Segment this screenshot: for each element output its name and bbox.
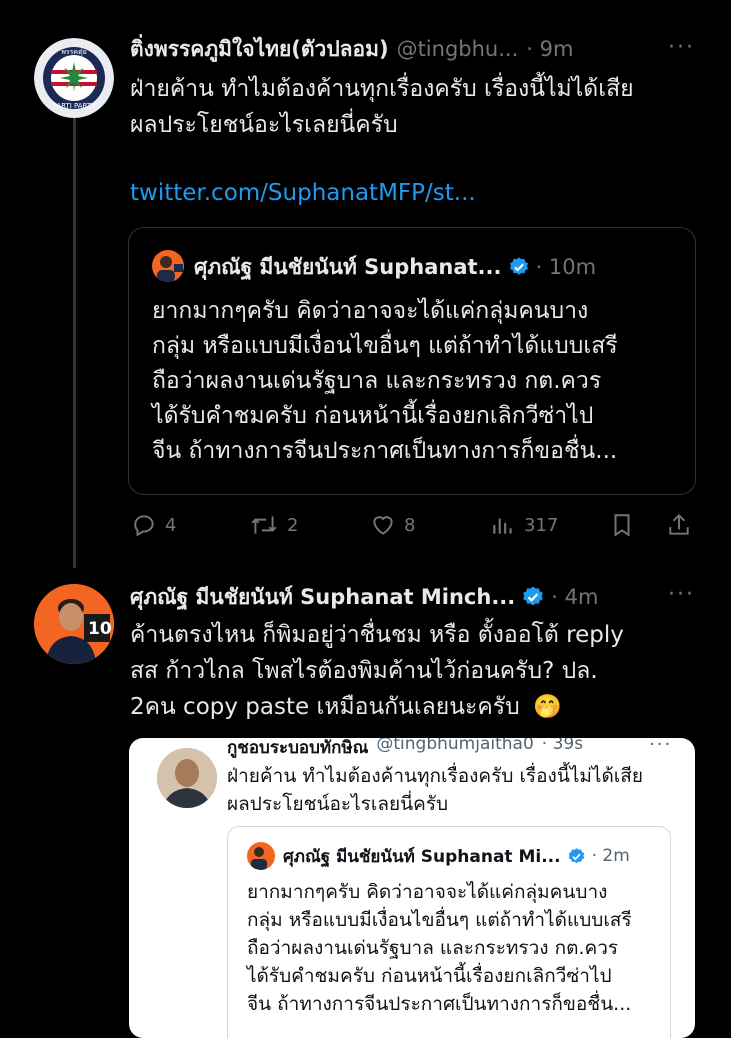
screenshot-quote-line: ถือว่าผลงานเด่นรัฐบาล และกระทรวง กต.ควร [247,937,619,959]
tweet1-handle[interactable]: @tingbhu... [397,37,519,61]
verified-badge-icon [509,257,528,275]
thread-connector-line [73,118,76,568]
attached-screenshot-image[interactable]: กูชอบระบอบทักษิณ @tingbhumjaitha0 · 39s … [129,738,695,1038]
tweet1-display-name[interactable]: ติ่งพรรคภูมิใจไทย(ตัวปลอม) [130,33,389,66]
views-count: 317 [524,514,559,536]
screenshot-quote-line: จีน ถ้าทางการจีนประกาศเป็นทางการก็ขอชื่น… [247,993,632,1015]
tweet1-text-line1: ฝ่ายค้าน ทำไมต้องค้านทุกเรื่องครับ เรื่อ… [130,76,634,102]
verified-badge-icon [523,586,544,606]
screenshot-quote-line: ยากมากๆครับ คิดว่าอาจจะได้แค่กลุ่มคนบาง [247,881,608,903]
person-avatar-icon [157,748,217,808]
retweet-button[interactable]: 2 [249,512,298,538]
screenshot-quote-time: · 2m [591,846,630,866]
screenshot-handle: @tingbhumjaitha0 [376,738,534,754]
quote1-time[interactable]: · 10m [536,255,597,279]
screenshot-quote-header: ศุภณัฐ มีนชัยนันท์ Suphanat Mi... · 2m [283,842,630,870]
quote1-line: กลุ่ม หรือแบบมีเงื่อนไขอื่นๆ แต่ถ้าทำได้… [152,333,618,359]
reply-button[interactable]: 4 [131,512,176,538]
quote1-line: ได้รับคำชมครับ ก่อนหน้านี้เรื่องยกเลิกวี… [152,403,594,429]
person-avatar-icon [247,842,275,870]
tweet2-header: ศุภณัฐ มีนชัยนันท์ Suphanat Minch... · 4… [130,580,598,614]
quote1-header: ศุภณัฐ มีนชัยนันท์ Suphanat... · 10m [194,252,596,282]
reply-icon [134,515,154,537]
tweet2-time[interactable]: · 4m [551,585,598,609]
tweet1-avatar[interactable]: พรรคตุ๋ย PARTI PARTY [34,38,114,118]
screenshot-quote-body: ยากมากๆครับ คิดว่าอาจจะได้แค่กลุ่มคนบาง … [247,878,632,1018]
screenshot-text-line1: ฝ่ายค้าน ทำไมต้องค้านทุกเรื่องครับ เรื่อ… [227,765,644,787]
retweet-icon [251,516,277,534]
quote1-display-name[interactable]: ศุภณัฐ มีนชัยนันท์ Suphanat... [194,251,502,284]
analytics-icon [493,518,512,534]
screenshot-quote-line: ได้รับคำชมครับ ก่อนหน้านี้เรื่องยกเลิกวี… [247,965,612,987]
tweet1-link[interactable]: twitter.com/SuphanatMFP/st... [130,180,476,206]
reply-count: 4 [165,514,177,536]
screenshot-quote-avatar [247,842,275,870]
tweet2-text-line1: ค้านตรงไหน ก็พิมอยู่ว่าชื่นชม หรือ ตั้งอ… [130,622,624,648]
like-count: 8 [404,514,416,536]
screenshot-time: · 39s [541,738,584,754]
screenshot-quote-name: ศุภณัฐ มีนชัยนันท์ Suphanat Mi... [283,846,561,867]
tweet2-text-line3-content: 2คน copy paste เหมือนกันเลยนะครับ [130,694,520,720]
bookmark-icon [614,514,630,537]
quote1-line: จีน ถ้าทางการจีนประกาศเป็นทางการก็ขอชื่น… [152,438,618,464]
bookmark-button[interactable] [609,512,635,542]
verified-badge-icon [568,847,584,863]
tweet2-avatar-badge: 10 [88,619,112,639]
screenshot-header: กูชอบระบอบทักษิณ @tingbhumjaitha0 · 39s [227,738,583,761]
screenshot-avatar [157,748,217,808]
share-icon [669,513,689,535]
tweet1-header: ติ่งพรรคภูมิใจไทย(ตัวปลอม) @tingbhu... ·… [130,32,573,66]
heart-icon [373,516,393,535]
person-avatar-icon [152,250,184,282]
views-button[interactable]: 317 [490,512,558,538]
party-logo-icon: พรรคตุ๋ย PARTI PARTY [34,38,114,118]
tweet1-text-line2: ผลประโยชน์อะไรเลยนี่ครับ [130,112,398,138]
tweet1-more-icon[interactable]: ··· [668,35,695,60]
tweet2-text-line3: 2คน copy paste เหมือนกันเลยนะครับ 🤭 [130,690,562,725]
retweet-count: 2 [287,514,299,536]
share-button[interactable] [666,512,692,542]
avatar-ring-bottom-text: PARTI PARTY [53,102,97,110]
screenshot-text-line2: ผลประโยชน์อะไรเลยนี่ครับ [227,793,449,815]
tweet1-time[interactable]: · 9m [526,37,573,61]
quote1-line: ถือว่าผลงานเด่นรัฐบาล และกระทรวง กต.ควร [152,368,602,394]
quote1-body: ยากมากๆครับ คิดว่าอาจจะได้แค่กลุ่มคนบาง … [152,294,618,469]
screenshot-display-name: กูชอบระบอบทักษิณ [227,738,369,758]
screenshot-more-icon: ··· [649,738,673,755]
like-button[interactable]: 8 [370,512,415,538]
avatar-ring-top-text: พรรคตุ๋ย [61,48,86,56]
tweet2-more-icon[interactable]: ··· [668,582,695,607]
hand-over-mouth-emoji: 🤭 [532,694,562,720]
tweet2-display-name[interactable]: ศุภณัฐ มีนชัยนันท์ Suphanat Minch... [130,581,515,614]
quote1-avatar [152,250,184,282]
screenshot-quote-line: กลุ่ม หรือแบบมีเงื่อนไขอื่นๆ แต่ถ้าทำได้… [247,909,632,931]
quote1-line: ยากมากๆครับ คิดว่าอาจจะได้แค่กลุ่มคนบาง [152,298,589,324]
tweet2-text-line2: สส ก้าวไกล โพสไรต้องพิมค้านไว้ก่อนครับ? … [130,658,598,684]
tweet2-avatar[interactable]: 10 [34,584,114,664]
